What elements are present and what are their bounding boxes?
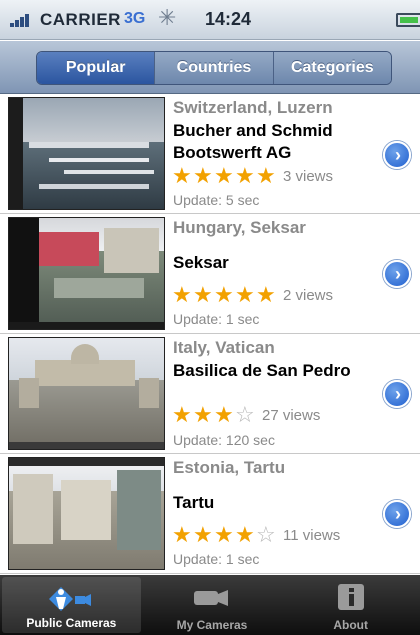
- signal-strength-icon: [10, 13, 36, 27]
- tab-label: About: [333, 618, 368, 632]
- camera-location: Switzerland, Luzern: [173, 98, 333, 117]
- camera-update: Update: 5 sec: [173, 192, 260, 208]
- camera-title: Seksar: [173, 253, 229, 272]
- status-time: 14:24: [205, 9, 252, 29]
- camera-location: Italy, Vatican: [173, 338, 275, 357]
- star-icon: ★: [235, 522, 255, 547]
- navigation-header: Popular Countries Categories: [0, 41, 420, 94]
- star-icon: ★: [214, 402, 234, 427]
- camera-update: Update: 1 sec: [173, 551, 260, 567]
- status-bar: CARRIER 3G ✳ 14:24: [0, 0, 420, 40]
- camera-title: Bucher and Schmid Bootswerft AG: [173, 121, 333, 162]
- star-icon: ★: [214, 522, 234, 547]
- star-icon: ★: [235, 163, 255, 188]
- detail-disclosure-button[interactable]: ›: [383, 380, 411, 408]
- camera-rating: ★ ★ ★ ★ ☆ 11 views: [172, 524, 340, 546]
- camera-update: Update: 120 sec: [173, 432, 275, 448]
- camera-thumbnail: [8, 217, 165, 330]
- segment-popular[interactable]: Popular: [37, 52, 156, 84]
- star-icon: ★: [172, 522, 192, 547]
- star-icon: ★: [172, 282, 192, 307]
- camera-views: 2 views: [283, 286, 334, 304]
- camera-rating: ★ ★ ★ ☆ 27 views: [172, 404, 320, 426]
- star-icon: ★: [256, 282, 276, 307]
- carrier-name: CARRIER: [40, 10, 121, 29]
- chevron-right-icon: ›: [395, 145, 401, 165]
- detail-disclosure-button[interactable]: ›: [383, 141, 411, 169]
- camera-location: Estonia, Tartu: [173, 458, 286, 477]
- detail-disclosure-button[interactable]: ›: [383, 260, 411, 288]
- chevron-right-icon: ›: [395, 264, 401, 284]
- camera-title: Tartu: [173, 493, 215, 512]
- star-icon: ★: [214, 282, 234, 307]
- star-icon: ★: [193, 522, 213, 547]
- star-empty-icon: ☆: [235, 402, 255, 427]
- camera-list: Switzerland, Luzern Bucher and Schmid Bo…: [0, 94, 420, 575]
- star-empty-icon: ☆: [256, 522, 276, 547]
- chevron-right-icon: ›: [395, 504, 401, 524]
- tab-my-cameras[interactable]: My Cameras: [143, 575, 282, 635]
- star-icon: ★: [235, 282, 255, 307]
- star-icon: ★: [193, 282, 213, 307]
- star-icon: ★: [193, 163, 213, 188]
- info-icon: [337, 584, 364, 610]
- camera-row[interactable]: Switzerland, Luzern Bucher and Schmid Bo…: [0, 94, 420, 214]
- star-icon: ★: [256, 163, 276, 188]
- star-icon: ★: [172, 402, 192, 427]
- camera-views: 3 views: [283, 167, 334, 185]
- camera-row[interactable]: Italy, Vatican Basilica de San Pedro ★ ★…: [0, 334, 420, 454]
- battery-icon: [396, 13, 420, 27]
- activity-spinner-icon: ✳: [158, 5, 177, 30]
- camera-row[interactable]: Hungary, Seksar Seksar ★ ★ ★ ★ ★ 2 views…: [0, 214, 420, 334]
- tab-public-cameras[interactable]: Public Cameras: [2, 577, 141, 633]
- camera-thumbnail: [8, 337, 165, 450]
- camera-icon: [194, 590, 228, 606]
- public-camera-icon: [49, 587, 92, 611]
- tab-bar: Public Cameras My Cameras About: [0, 575, 420, 635]
- camera-thumbnail: [8, 97, 165, 210]
- star-icon: ★: [214, 163, 234, 188]
- network-type: 3G: [124, 10, 146, 27]
- camera-thumbnail: [8, 457, 165, 570]
- tab-label: My Cameras: [176, 618, 248, 632]
- star-icon: ★: [172, 163, 192, 188]
- detail-disclosure-button[interactable]: ›: [383, 500, 411, 528]
- camera-views: 27 views: [262, 406, 321, 424]
- star-icon: ★: [193, 402, 213, 427]
- tab-about[interactable]: About: [281, 575, 420, 635]
- segment-countries[interactable]: Countries: [155, 52, 274, 84]
- category-segmented-control: Popular Countries Categories: [36, 51, 392, 85]
- tab-label: Public Cameras: [26, 616, 117, 630]
- camera-update: Update: 1 sec: [173, 311, 260, 327]
- camera-rating: ★ ★ ★ ★ ★ 3 views: [172, 165, 333, 187]
- camera-title: Basilica de San Pedro: [173, 361, 351, 380]
- chevron-right-icon: ›: [395, 384, 401, 404]
- segment-categories[interactable]: Categories: [273, 52, 391, 84]
- camera-row[interactable]: Estonia, Tartu Tartu ★ ★ ★ ★ ☆ 11 views …: [0, 454, 420, 574]
- camera-rating: ★ ★ ★ ★ ★ 2 views: [172, 284, 333, 306]
- camera-views: 11 views: [283, 526, 341, 544]
- camera-location: Hungary, Seksar: [173, 218, 306, 237]
